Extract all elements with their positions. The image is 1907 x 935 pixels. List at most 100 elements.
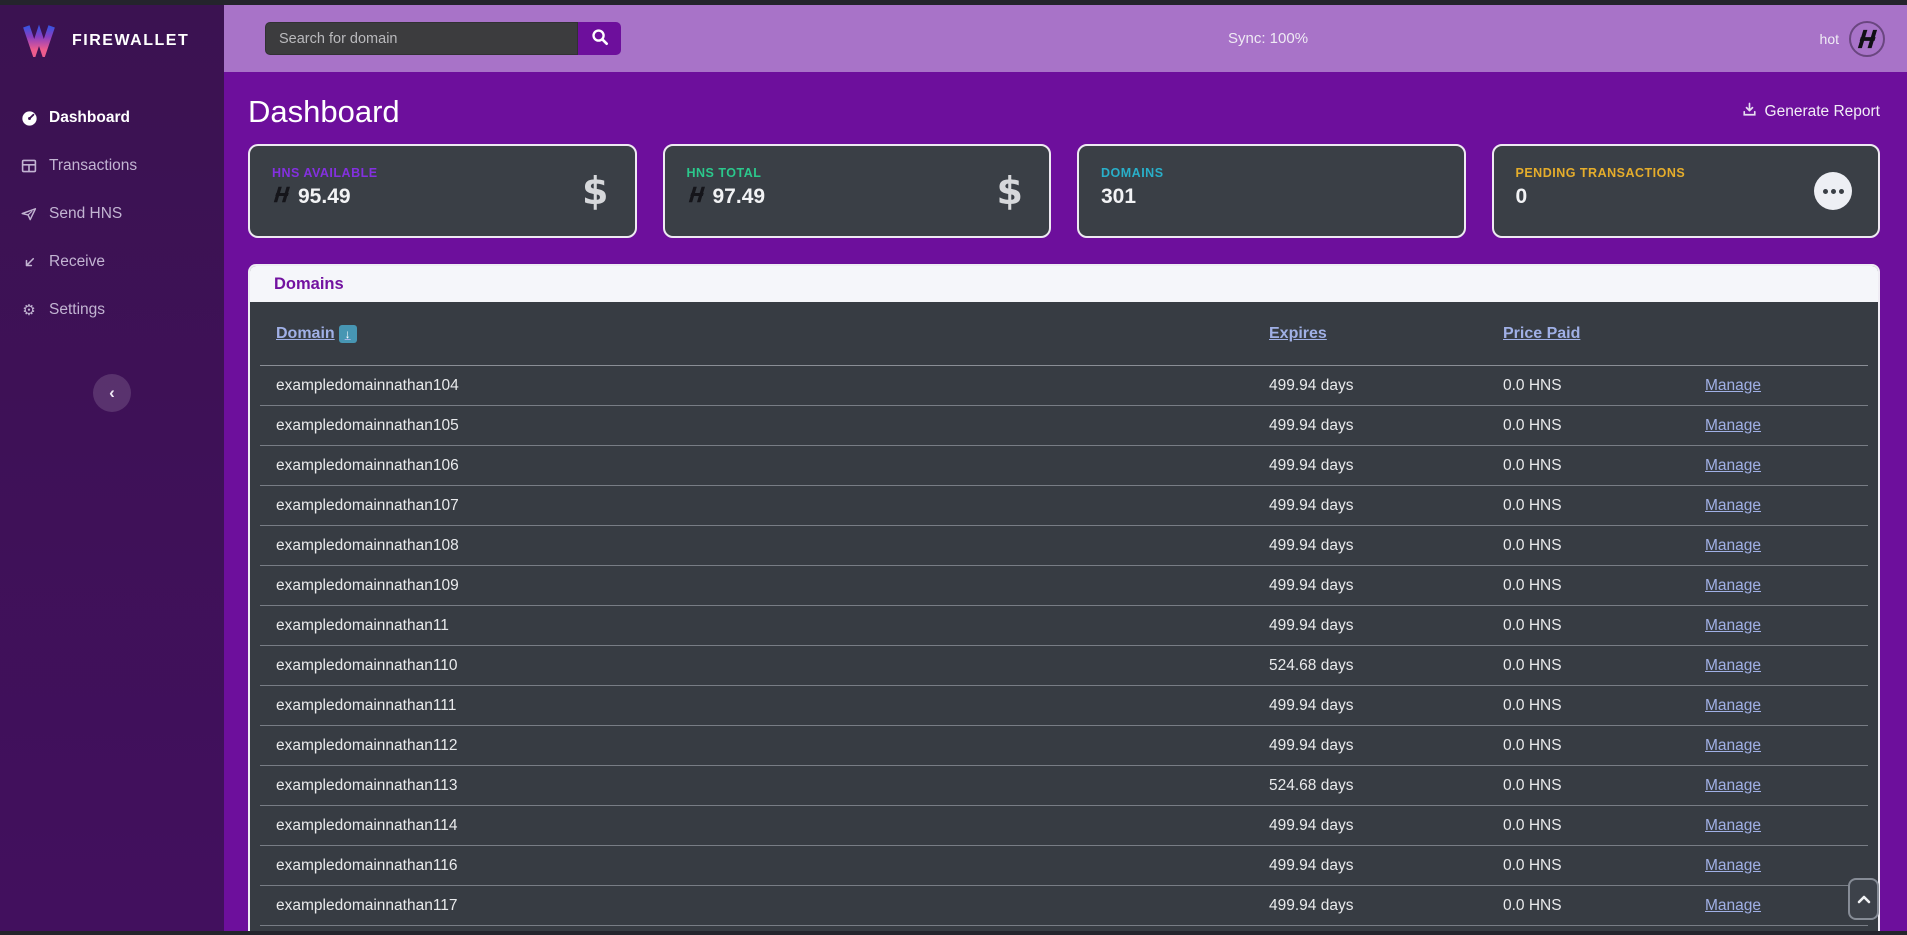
table-row: exampledomainnathan113 524.68 days 0.0 H… xyxy=(260,766,1868,806)
sidebar-item-send-hns[interactable]: Send HNS xyxy=(0,190,224,238)
price-cell: 0.0 HNS xyxy=(1503,897,1705,915)
domain-cell: exampledomainnathan104 xyxy=(276,377,1269,395)
sidebar-item-settings[interactable]: ⚙ Settings xyxy=(0,286,224,334)
table-row: exampledomainnathan111 499.94 days 0.0 H… xyxy=(260,686,1868,726)
column-header-price-paid[interactable]: Price Paid xyxy=(1503,325,1705,343)
table-row: exampledomainnathan105 499.94 days 0.0 H… xyxy=(260,406,1868,446)
sidebar-item-dashboard[interactable]: Dashboard xyxy=(0,94,224,142)
expires-cell: 499.94 days xyxy=(1269,897,1503,915)
manage-link[interactable]: Manage xyxy=(1705,777,1852,795)
gauge-icon xyxy=(20,110,38,127)
sidebar-item-label: Receive xyxy=(49,253,105,271)
sync-status: Sync: 100% xyxy=(1228,30,1308,47)
column-header-domain[interactable]: Domain↓ xyxy=(276,325,1269,343)
domain-cell: exampledomainnathan106 xyxy=(276,457,1269,475)
expires-cell: 499.94 days xyxy=(1269,737,1503,755)
table-row: exampledomainnathan11 499.94 days 0.0 HN… xyxy=(260,606,1868,646)
domain-cell: exampledomainnathan116 xyxy=(276,857,1269,875)
manage-link[interactable]: Manage xyxy=(1705,817,1852,835)
manage-link[interactable]: Manage xyxy=(1705,577,1852,595)
domain-cell: exampledomainnathan107 xyxy=(276,497,1269,515)
sidebar-item-transactions[interactable]: Transactions xyxy=(0,142,224,190)
stat-value: 0 xyxy=(1516,185,1528,209)
handshake-icon[interactable] xyxy=(1849,21,1885,57)
manage-link[interactable]: Manage xyxy=(1705,697,1852,715)
domain-cell: exampledomainnathan11 xyxy=(276,617,1269,635)
expires-cell: 499.94 days xyxy=(1269,377,1503,395)
domain-searchbox xyxy=(265,22,621,55)
manage-link[interactable]: Manage xyxy=(1705,897,1852,915)
price-cell: 0.0 HNS xyxy=(1503,377,1705,395)
table-row: exampledomainnathan117 499.94 days 0.0 H… xyxy=(260,886,1868,926)
manage-link[interactable]: Manage xyxy=(1705,857,1852,875)
page-head: Dashboard Generate Report xyxy=(248,94,1880,130)
sidebar-item-label: Send HNS xyxy=(49,205,122,223)
scroll-to-top-button[interactable] xyxy=(1848,878,1879,920)
stat-label: DOMAINS xyxy=(1101,166,1442,180)
firewallet-logo-icon xyxy=(20,19,58,62)
domains-table-body: exampledomainnathan104 499.94 days 0.0 H… xyxy=(250,366,1878,926)
window-top-border xyxy=(0,0,1907,5)
price-cell: 0.0 HNS xyxy=(1503,577,1705,595)
manage-link[interactable]: Manage xyxy=(1705,737,1852,755)
download-icon xyxy=(1742,102,1757,122)
price-cell: 0.0 HNS xyxy=(1503,857,1705,875)
search-input[interactable] xyxy=(265,22,578,55)
domain-cell: exampledomainnathan112 xyxy=(276,737,1269,755)
manage-link[interactable]: Manage xyxy=(1705,377,1852,395)
table-row: exampledomainnathan107 499.94 days 0.0 H… xyxy=(260,486,1868,526)
domain-cell: exampledomainnathan109 xyxy=(276,577,1269,595)
manage-link[interactable]: Manage xyxy=(1705,617,1852,635)
manage-link[interactable]: Manage xyxy=(1705,497,1852,515)
table-row: exampledomainnathan106 499.94 days 0.0 H… xyxy=(260,446,1868,486)
topbar: Sync: 100% hot xyxy=(224,5,1907,72)
generate-report-button[interactable]: Generate Report xyxy=(1742,102,1880,122)
stat-card-hns-available: HNS AVAILABLE 95.49 $ xyxy=(248,144,637,238)
table-row: exampledomainnathan104 499.94 days 0.0 H… xyxy=(260,366,1868,406)
manage-link[interactable]: Manage xyxy=(1705,537,1852,555)
firewallet-window: FIREWALLET Dashboard Transactions Send H… xyxy=(0,0,1907,935)
expires-cell: 499.94 days xyxy=(1269,417,1503,435)
domain-cell: exampledomainnathan113 xyxy=(276,777,1269,795)
stat-value: 301 xyxy=(1101,185,1136,209)
send-icon xyxy=(20,206,38,222)
sort-descending-icon: ↓ xyxy=(339,325,357,343)
expires-cell: 499.94 days xyxy=(1269,537,1503,555)
chevron-up-icon xyxy=(1857,892,1871,907)
page-title: Dashboard xyxy=(248,94,400,130)
expires-cell: 524.68 days xyxy=(1269,777,1503,795)
expires-cell: 524.68 days xyxy=(1269,657,1503,675)
table-row: exampledomainnathan112 499.94 days 0.0 H… xyxy=(260,726,1868,766)
expires-cell: 499.94 days xyxy=(1269,857,1503,875)
price-cell: 0.0 HNS xyxy=(1503,817,1705,835)
table-row: exampledomainnathan109 499.94 days 0.0 H… xyxy=(260,566,1868,606)
expires-cell: 499.94 days xyxy=(1269,617,1503,635)
sidebar-nav: Dashboard Transactions Send HNS Receive xyxy=(0,94,224,334)
sidebar-item-label: Transactions xyxy=(49,157,137,175)
sidebar-item-receive[interactable]: Receive xyxy=(0,238,224,286)
manage-link[interactable]: Manage xyxy=(1705,417,1852,435)
column-header-expires[interactable]: Expires xyxy=(1269,325,1503,343)
ellipsis-icon[interactable] xyxy=(1814,172,1852,210)
manage-link[interactable]: Manage xyxy=(1705,457,1852,475)
table-row: exampledomainnathan116 499.94 days 0.0 H… xyxy=(260,846,1868,886)
sidebar: FIREWALLET Dashboard Transactions Send H… xyxy=(0,5,224,931)
domain-cell: exampledomainnathan110 xyxy=(276,657,1269,675)
domain-cell: exampledomainnathan111 xyxy=(276,697,1269,715)
search-button[interactable] xyxy=(578,22,621,55)
sidebar-collapse-button[interactable]: ‹ xyxy=(93,374,131,412)
stat-card-pending-transactions: PENDING TRANSACTIONS 0 xyxy=(1492,144,1881,238)
hns-coin-icon xyxy=(687,186,706,208)
dollar-icon: $ xyxy=(582,169,608,213)
domain-cell: exampledomainnathan114 xyxy=(276,817,1269,835)
receive-icon xyxy=(20,255,38,270)
stat-card-hns-total: HNS TOTAL 97.49 $ xyxy=(663,144,1052,238)
manage-link[interactable]: Manage xyxy=(1705,657,1852,675)
domain-cell: exampledomainnathan105 xyxy=(276,417,1269,435)
stat-label: PENDING TRANSACTIONS xyxy=(1516,166,1857,180)
domains-panel: Domains Domain↓ Expires Price Paid examp… xyxy=(248,264,1880,931)
price-cell: 0.0 HNS xyxy=(1503,537,1705,555)
stat-label: HNS AVAILABLE xyxy=(272,166,613,180)
stat-value: 95.49 xyxy=(298,185,351,209)
table-icon xyxy=(20,158,38,174)
